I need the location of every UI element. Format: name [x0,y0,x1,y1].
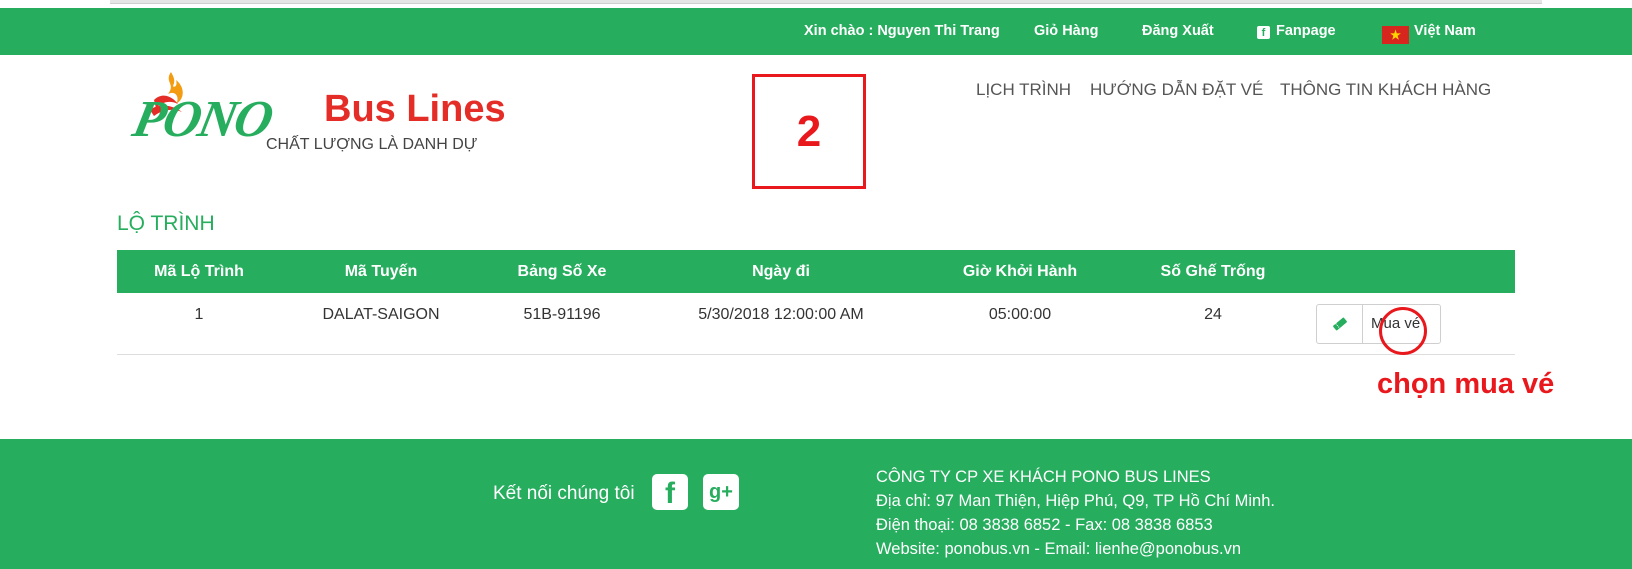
col-route-id: Mã Lộ Trình [154,263,244,280]
cell-route-id: 1 [194,306,204,323]
connect-label: Kết nối chúng tôi [493,483,635,504]
greeting-link[interactable]: Xin chào : Nguyen Thi Trang [804,8,1000,55]
browser-top-strip [0,0,1632,8]
nav-schedule[interactable]: LỊCH TRÌNH [976,80,1071,100]
company-info: CÔNG TY CP XE KHÁCH PONO BUS LINES Địa c… [876,465,1275,561]
route-table: Mã Lộ Trình Mã Tuyến Bảng Số Xe Ngày đi … [117,250,1515,355]
site-footer: Kết nối chúng tôi f g+ CÔNG TY CP XE KHÁ… [0,439,1632,569]
facebook-icon: f [1257,26,1270,39]
nav-booking-guide[interactable]: HƯỚNG DẪN ĐẶT VÉ [1090,80,1263,100]
col-line-code: Mã Tuyến [344,263,418,280]
nav-customer-info[interactable]: THÔNG TIN KHÁCH HÀNG [1280,80,1491,100]
company-phone: Điện thoại: 08 3838 6852 - Fax: 08 3838 … [876,516,1213,534]
google-plus-icon[interactable]: g+ [703,474,739,510]
ticket-icon [1317,305,1363,343]
table-row: 1 DALAT-SAIGON 51B-91196 5/30/2018 12:00… [117,293,1515,355]
table-header: Mã Lộ Trình Mã Tuyến Bảng Số Xe Ngày đi … [117,250,1515,293]
top-shadow [110,0,1542,4]
cell-depart-time: 05:00:00 [988,306,1052,323]
cart-link[interactable]: Giỏ Hàng [1034,8,1098,55]
logo-brand-word: PONO [127,91,277,148]
facebook-icon[interactable]: f [652,474,688,510]
language-link[interactable]: ★ Việt Nam [1382,8,1476,55]
company-name: CÔNG TY CP XE KHÁCH PONO BUS LINES [876,468,1211,486]
site-logo[interactable]: PONO Bus Lines CHẤT LƯỢNG LÀ DANH DỰ [128,62,506,162]
step-number-annotation: 2 [752,74,866,189]
vietnam-flag-icon: ★ [1382,26,1409,44]
language-label: Việt Nam [1414,23,1476,39]
company-address: Địa chỉ: 97 Man Thiện, Hiệp Phú, Q9, TP … [876,492,1275,510]
top-bar: Xin chào : Nguyen Thi Trang Giỏ Hàng Đăn… [0,8,1632,55]
fanpage-link[interactable]: f Fanpage [1257,8,1336,55]
col-depart-time: Giờ Khởi Hành [962,263,1078,280]
logo-brand-name: Bus Lines [324,88,506,130]
page-title: LỘ TRÌNH [117,212,215,235]
instruction-annotation: chọn mua vé [1377,368,1555,400]
fanpage-label: Fanpage [1276,23,1336,39]
company-web: Website: ponobus.vn - Email: lienhe@pono… [876,540,1241,558]
col-seats: Số Ghế Trống [1160,263,1266,280]
step-number: 2 [796,107,822,156]
cell-date: 5/30/2018 12:00:00 AM [698,306,864,323]
col-plate: Bảng Số Xe [517,263,607,280]
logo-tagline: CHẤT LƯỢNG LÀ DANH DỰ [266,136,478,153]
logout-link[interactable]: Đăng Xuất [1142,8,1214,55]
highlight-circle-annotation [1379,307,1427,355]
cell-line-code: DALAT-SAIGON [322,306,440,323]
col-date: Ngày đi [752,263,810,280]
cell-plate: 51B-91196 [523,306,601,323]
cell-seats: 24 [1204,306,1222,323]
